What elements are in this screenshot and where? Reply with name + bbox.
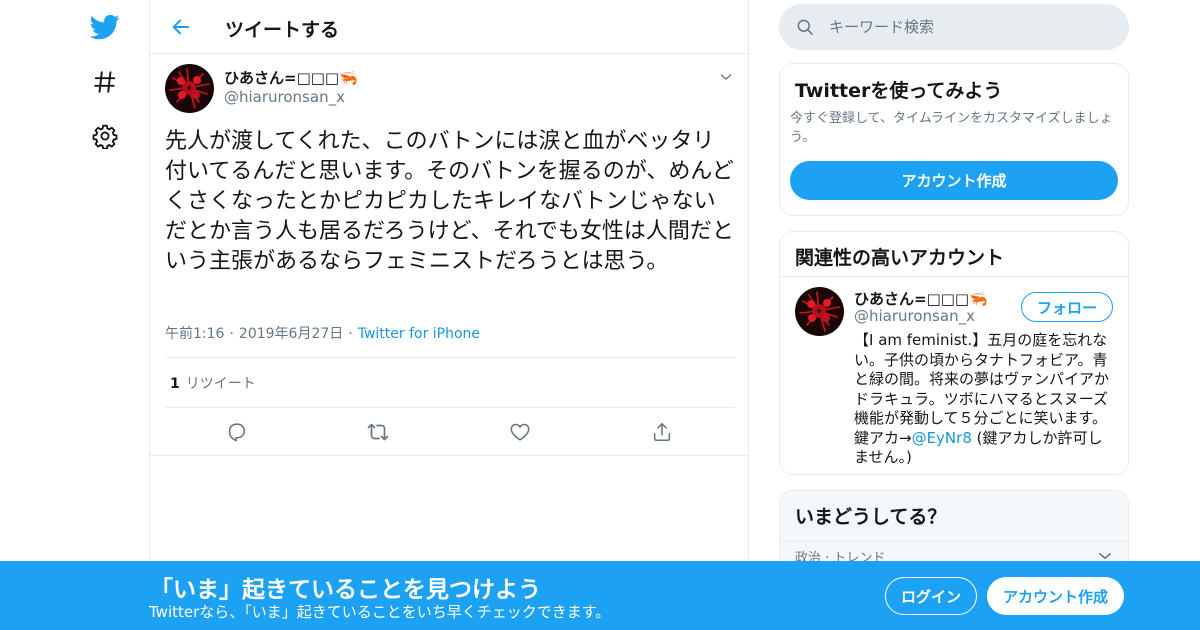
tweet-column: ツイートする ひあさん=□□□🦐 @hiaruronsan_x 先人が渡してくれ… xyxy=(149,0,749,630)
related-account-handle[interactable]: @hiaruronsan_x xyxy=(854,307,975,325)
create-account-button[interactable]: アカウント作成 xyxy=(790,161,1118,200)
signup-card: Twitterを使ってみよう 今すぐ登録して、タイムラインをカスタマイズしましょ… xyxy=(779,63,1129,216)
login-button[interactable]: ログイン xyxy=(885,577,977,615)
trends-title: いまどうしてる？ xyxy=(795,506,947,528)
search-input[interactable] xyxy=(829,4,1114,50)
avatar[interactable] xyxy=(795,287,844,336)
avatar[interactable] xyxy=(165,64,214,113)
divider xyxy=(780,541,1128,542)
tweet-meta: 午前1:16 · 2019年6月27日 · Twitter for iPhone xyxy=(165,323,480,343)
search-icon xyxy=(797,19,813,35)
banner-subtitle: Twitterなら、「いま」起きていることをいち早くチェックできます。 xyxy=(149,603,611,621)
retweet-label: リツイート xyxy=(185,376,256,392)
author-name[interactable]: ひあさん=□□□🦐 xyxy=(224,67,358,88)
follow-button[interactable]: フォロー xyxy=(1021,292,1113,322)
banner-title: 「いま」起きていることを見つけよう xyxy=(150,577,541,603)
tweet-text: 先人が渡してくれた、このバトンには涙と血がベッタリ付いてるんだと思います。そのバ… xyxy=(165,129,734,274)
column-header: ツイートする xyxy=(150,0,748,54)
gear-icon[interactable] xyxy=(80,111,130,161)
twitter-bird-icon[interactable] xyxy=(80,2,130,52)
chevron-down-icon[interactable] xyxy=(716,67,736,87)
author-handle[interactable]: @hiaruronsan_x xyxy=(224,88,345,106)
heart-icon[interactable] xyxy=(508,420,532,444)
retweet-icon[interactable] xyxy=(366,420,390,444)
related-accounts-card: 関連性の高いアカウント ひあさん=□□□🦐 @hiaruronsan_x フォロ… xyxy=(779,231,1129,475)
tweet-date[interactable]: 2019年6月27日 xyxy=(239,326,343,342)
retweet-count: 1 xyxy=(170,376,180,392)
related-accounts-title: 関連性の高いアカウント xyxy=(795,247,1005,269)
meta-separator: · xyxy=(348,326,353,342)
divider xyxy=(165,357,735,358)
search-bar[interactable] xyxy=(779,4,1129,50)
signup-card-title: Twitterを使ってみよう xyxy=(795,80,1003,102)
meta-separator: · xyxy=(229,326,234,342)
divider xyxy=(780,276,1128,277)
banner-create-account-button[interactable]: アカウント作成 xyxy=(987,577,1124,615)
left-nav xyxy=(80,0,130,630)
tweet-source-link[interactable]: Twitter for iPhone xyxy=(358,326,480,342)
share-icon[interactable] xyxy=(650,420,674,444)
tweet-actions xyxy=(150,408,748,456)
back-arrow-icon[interactable] xyxy=(164,10,198,44)
hashtag-icon[interactable] xyxy=(80,57,130,107)
related-account-name[interactable]: ひあさん=□□□🦐 xyxy=(854,288,988,309)
related-account-bio: 【I am feminist.】五月の庭を忘れない。子供の頃からタナトフォビア。… xyxy=(854,331,1116,468)
page-title: ツイートする xyxy=(225,19,340,41)
reply-icon[interactable] xyxy=(225,420,249,444)
bio-mention-link[interactable]: @EyNr8 xyxy=(912,429,972,447)
retweet-stats[interactable]: 1 リツイート xyxy=(170,373,256,393)
signup-banner: 「いま」起きていることを見つけよう Twitterなら、「いま」起きていることを… xyxy=(0,561,1200,630)
signup-card-description: 今すぐ登録して、タイムラインをカスタマイズしましょう。 xyxy=(790,111,1113,145)
tweet-time[interactable]: 午前1:16 xyxy=(165,326,224,342)
